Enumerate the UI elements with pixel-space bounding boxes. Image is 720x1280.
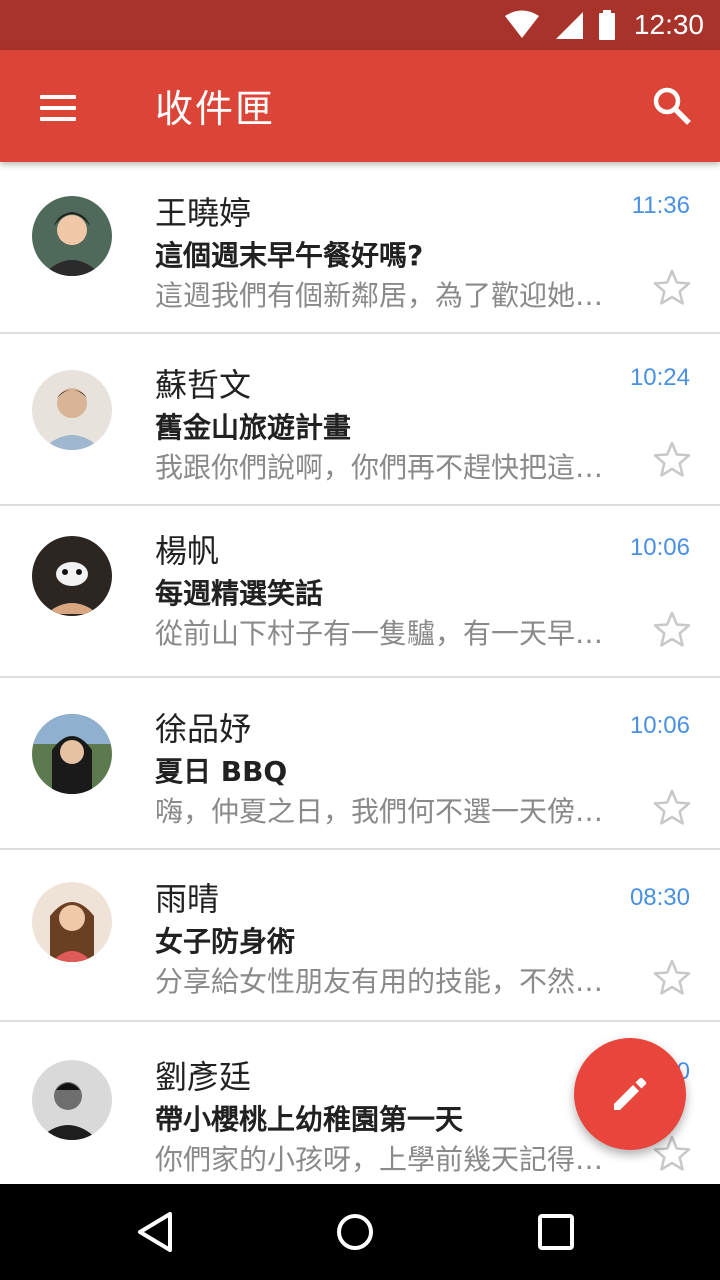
email-time: 11:36 [631, 192, 690, 219]
star-icon[interactable] [652, 958, 692, 998]
sender-name: 徐品妤 [155, 710, 252, 748]
email-row[interactable]: 蘇哲文 舊金山旅遊計畫 我跟你們說啊，你們再不趕快把這… 10:24 [0, 334, 720, 506]
email-preview: 這週我們有個新鄰居，為了歡迎她… [155, 279, 604, 312]
app-bar: 收件匣 [0, 50, 720, 162]
star-icon[interactable] [652, 268, 692, 308]
avatar [32, 1060, 112, 1140]
avatar [32, 536, 112, 616]
avatar [32, 196, 112, 276]
email-preview: 我跟你們說啊，你們再不趕快把這… [155, 451, 604, 484]
status-clock: 12:30 [633, 9, 704, 40]
email-time: 10:06 [629, 712, 690, 739]
wifi-icon [504, 10, 539, 38]
email-row[interactable]: 楊帆 每週精選笑話 從前山下村子有一隻驢，有一天早… 10:06 [0, 506, 720, 678]
search-button[interactable] [644, 78, 700, 134]
sender-name: 雨晴 [155, 880, 220, 918]
email-subject: 女子防身術 [155, 925, 296, 958]
search-icon [653, 87, 691, 125]
email-preview: 你們家的小孩呀，上學前幾天記得… [155, 1143, 604, 1176]
email-preview: 嗨，仲夏之日，我們何不選一天傍… [155, 795, 604, 828]
sender-name: 劉彥廷 [155, 1058, 252, 1096]
star-icon[interactable] [652, 610, 692, 650]
status-bar: 12:30 [0, 0, 720, 50]
email-row[interactable]: 王曉婷 這個週末早午餐好嗎? 這週我們有個新鄰居，為了歡迎她… 11:36 [0, 162, 720, 334]
battery-icon [598, 10, 615, 40]
email-subject: 帶小櫻桃上幼稚園第一天 [155, 1103, 464, 1136]
navigation-bar [0, 1184, 720, 1280]
menu-button[interactable] [24, 82, 88, 130]
home-icon[interactable] [325, 1202, 385, 1262]
email-row[interactable]: 雨晴 女子防身術 分享給女性朋友有用的技能，不然… 08:30 [0, 850, 720, 1022]
signal-icon [555, 12, 583, 39]
email-row[interactable]: 徐品妤 夏日 BBQ 嗨，仲夏之日，我們何不選一天傍… 10:06 [0, 678, 720, 850]
avatar [32, 714, 112, 794]
email-preview: 分享給女性朋友有用的技能，不然… [155, 965, 604, 998]
email-subject: 每週精選笑話 [155, 577, 324, 610]
star-icon[interactable] [652, 440, 692, 480]
recents-icon[interactable] [526, 1202, 586, 1262]
status-icons: 12:30 [504, 0, 704, 50]
email-time: 10:06 [629, 534, 690, 561]
sender-name: 楊帆 [155, 532, 220, 570]
sender-name: 蘇哲文 [155, 366, 252, 404]
avatar [32, 882, 112, 962]
email-time: 08:30 [629, 884, 690, 911]
email-subject: 夏日 BBQ [155, 755, 288, 788]
avatar [32, 370, 112, 450]
page-title: 收件匣 [155, 87, 276, 131]
back-icon[interactable] [126, 1202, 186, 1262]
email-subject: 這個週末早午餐好嗎? [155, 239, 424, 272]
email-time: 10:24 [629, 364, 690, 391]
email-subject: 舊金山旅遊計畫 [155, 411, 352, 444]
compose-button[interactable] [574, 1038, 686, 1150]
email-preview: 從前山下村子有一隻驢，有一天早… [155, 617, 604, 650]
pencil-icon [614, 1077, 647, 1110]
star-icon[interactable] [652, 788, 692, 828]
email-list: 王曉婷 這個週末早午餐好嗎? 這週我們有個新鄰居，為了歡迎她… 11:36 蘇哲… [0, 162, 720, 1184]
sender-name: 王曉婷 [155, 194, 252, 232]
